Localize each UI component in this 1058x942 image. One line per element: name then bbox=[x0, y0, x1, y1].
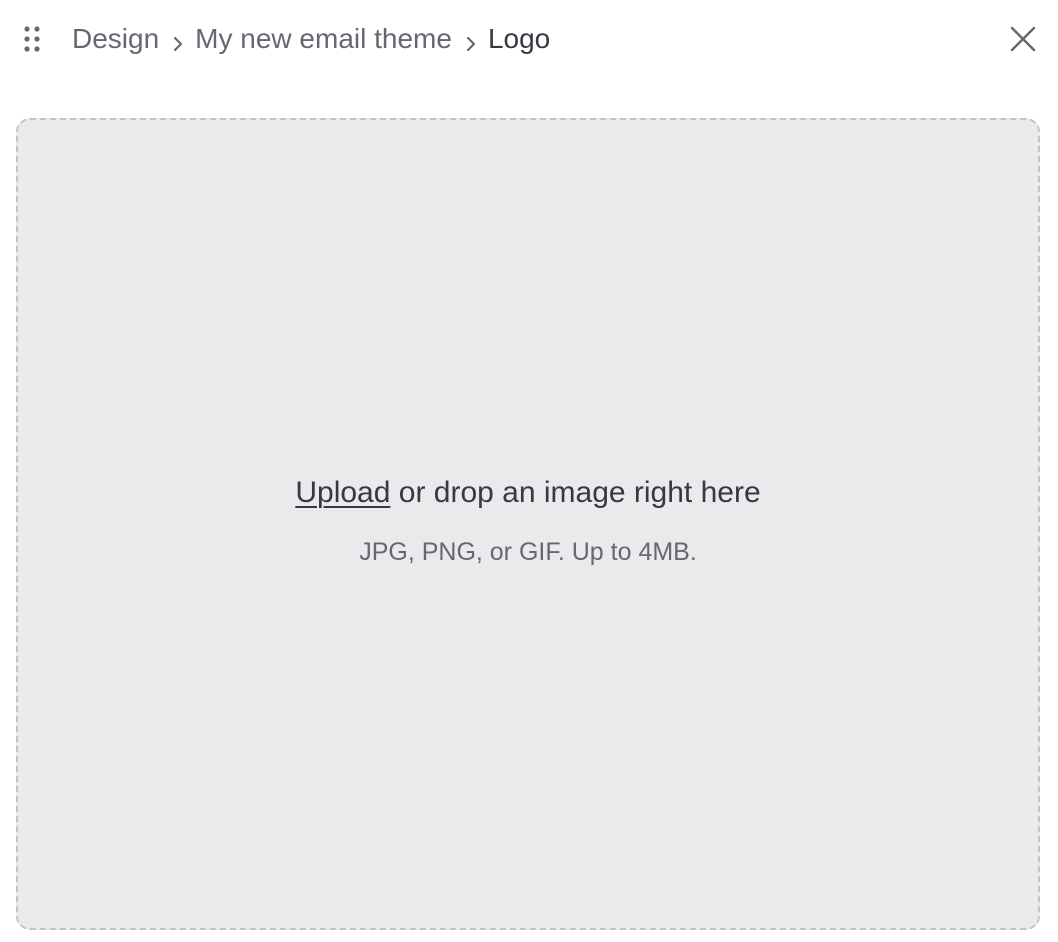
drag-handle-icon[interactable] bbox=[22, 24, 42, 54]
dropzone-message: Upload or drop an image right here bbox=[18, 476, 1038, 510]
file-type-hint: JPG, PNG, or GIF. Up to 4MB. bbox=[359, 538, 697, 566]
image-dropzone[interactable]: Upload or drop an image right here JPG, … bbox=[16, 118, 1040, 930]
chevron-right-icon bbox=[171, 29, 185, 52]
breadcrumb-email-theme[interactable]: My new email theme bbox=[195, 23, 452, 55]
close-icon bbox=[1010, 26, 1036, 52]
close-button[interactable] bbox=[1004, 20, 1042, 58]
chevron-right-icon bbox=[464, 29, 478, 52]
breadcrumb: Design My new email theme Logo bbox=[72, 20, 550, 58]
drop-text: or drop an image right here bbox=[390, 476, 761, 509]
panel-header: Design My new email theme Logo bbox=[0, 0, 1058, 78]
breadcrumb-logo: Logo bbox=[487, 23, 551, 54]
upload-link[interactable]: Upload bbox=[295, 476, 390, 509]
breadcrumb-design[interactable]: Design bbox=[72, 23, 159, 55]
